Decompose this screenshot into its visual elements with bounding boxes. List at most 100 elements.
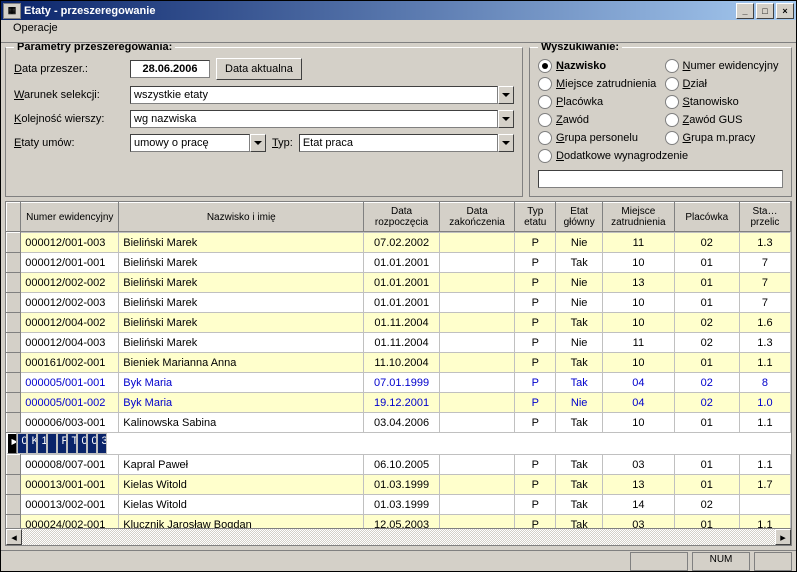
radio-dot-icon <box>538 131 552 145</box>
row-header <box>7 233 21 253</box>
cell: 000024/002-001 <box>21 515 119 529</box>
table-row[interactable]: 000013/002-001Kielas Witold01.03.1999PTa… <box>7 495 791 515</box>
table-row[interactable]: 000005/001-002Byk Maria19.12.2001PNie040… <box>7 393 791 413</box>
cell: Bieliński Marek <box>119 313 364 333</box>
col-header[interactable]: Typ etatu <box>515 203 556 232</box>
col-header[interactable]: Data rozpoczęcia <box>364 203 440 232</box>
radio-zawód[interactable]: Zawód <box>538 112 657 128</box>
cell: 07.01.1999 <box>364 373 440 393</box>
search-input[interactable] <box>538 170 783 188</box>
table-row[interactable]: 000012/004-002Bieliński Marek01.11.2004P… <box>7 313 791 333</box>
cell: 03 <box>603 455 674 475</box>
close-button[interactable]: × <box>776 3 794 19</box>
cell: Klucznik Jarosław Bogdan <box>119 515 364 529</box>
cell: 01.01.2001 <box>364 293 440 313</box>
cell: Tak <box>556 353 603 373</box>
titlebar[interactable]: ▦ Etaty - przeszeregowanie _ □ × <box>1 1 796 20</box>
maximize-button[interactable]: □ <box>756 3 774 19</box>
contract-select[interactable] <box>130 134 250 152</box>
radio-numer-ewidencyjny[interactable]: Numer ewidencyjny <box>665 58 784 74</box>
radio-dot-icon <box>538 149 552 163</box>
cell: 1.1 <box>739 353 790 373</box>
cell: 000005/001-001 <box>21 373 119 393</box>
table-row[interactable]: 000001/002-001Kamińska Ilona10.01.2006PT… <box>7 433 21 454</box>
cell: 000012/001-001 <box>21 253 119 273</box>
radio-nazwisko[interactable]: Nazwisko <box>538 58 657 74</box>
table-row[interactable]: 000012/001-001Bieliński Marek01.01.2001P… <box>7 253 791 273</box>
row-header <box>7 353 21 373</box>
date-input[interactable] <box>130 60 210 78</box>
cell <box>439 253 515 273</box>
cell: 10 <box>603 293 674 313</box>
cell <box>439 495 515 515</box>
chevron-down-icon[interactable] <box>250 134 266 152</box>
cell <box>439 393 515 413</box>
scroll-track[interactable] <box>22 529 775 545</box>
corner-cell <box>7 203 21 232</box>
cell: Kielas Witold <box>119 475 364 495</box>
radio-dot-icon <box>538 95 552 109</box>
radio-placówka[interactable]: Placówka <box>538 94 657 110</box>
cell: 000008/007-001 <box>21 455 119 475</box>
chevron-down-icon[interactable] <box>498 110 514 128</box>
horizontal-scrollbar[interactable]: ◂ ▸ <box>6 528 791 545</box>
cell: 1.1 <box>739 515 790 529</box>
cond-select[interactable] <box>130 86 498 104</box>
cell <box>439 455 515 475</box>
radio-dodatkowe-wynagrodzenie[interactable]: Dodatkowe wynagrodzenie <box>538 148 783 164</box>
params-fieldset: Data przeszer.: Data aktualna Warunek se… <box>5 47 523 197</box>
cell: Bieliński Marek <box>119 333 364 353</box>
scroll-left-icon[interactable]: ◂ <box>6 529 22 545</box>
type-select[interactable] <box>299 134 498 152</box>
cell: 19.12.2001 <box>364 393 440 413</box>
cell: 01.01.2001 <box>364 253 440 273</box>
radio-miejsce-zatrudnienia[interactable]: Miejsce zatrudnienia <box>538 76 657 92</box>
radio-grupa-m.pracy[interactable]: Grupa m.pracy <box>665 130 784 146</box>
data-grid[interactable]: Numer ewidencyjnyNazwisko i imięData roz… <box>5 201 792 546</box>
scroll-right-icon[interactable]: ▸ <box>775 529 791 545</box>
table-row[interactable]: 000005/001-001Byk Maria07.01.1999PTak040… <box>7 373 791 393</box>
radio-zawód-gus[interactable]: Zawód GUS <box>665 112 784 128</box>
col-header[interactable]: Sta… przelic <box>739 203 790 232</box>
status-num: NUM <box>692 552 750 571</box>
table-row[interactable]: 000012/001-003Bieliński Marek07.02.2002P… <box>7 233 791 253</box>
cell: 01 <box>674 293 739 313</box>
col-header[interactable]: Miejsce zatrudnienia <box>603 203 674 232</box>
col-header[interactable]: Etat główny <box>556 203 603 232</box>
cell: 000013/001-001 <box>21 475 119 495</box>
minimize-button[interactable]: _ <box>736 3 754 19</box>
table-row[interactable]: 000024/002-001Klucznik Jarosław Bogdan12… <box>7 515 791 529</box>
chevron-down-icon[interactable] <box>498 86 514 104</box>
table-row[interactable]: 000008/007-001Kapral Paweł06.10.2005PTak… <box>7 455 791 475</box>
table-row[interactable]: 000012/004-003Bieliński Marek01.11.2004P… <box>7 333 791 353</box>
chevron-down-icon[interactable] <box>498 134 514 152</box>
table-row[interactable]: 000013/001-001Kielas Witold01.03.1999PTa… <box>7 475 791 495</box>
cell: 01.03.1999 <box>364 495 440 515</box>
cell <box>439 475 515 495</box>
radio-dział[interactable]: Dział <box>665 76 784 92</box>
table-row[interactable]: 000012/002-003Bieliński Marek01.01.2001P… <box>7 293 791 313</box>
cell: 1.3 <box>739 233 790 253</box>
cell: 10 <box>603 313 674 333</box>
col-header[interactable]: Data zakończenia <box>439 203 515 232</box>
cell: 10.01.2006 <box>37 433 47 454</box>
order-select[interactable] <box>130 110 498 128</box>
table-row[interactable]: 000161/002-001Bieniek Marianna Anna11.10… <box>7 353 791 373</box>
cell: 3.3 <box>97 433 107 454</box>
col-header[interactable]: Numer ewidencyjny <box>21 203 119 232</box>
cell: 06.10.2005 <box>364 455 440 475</box>
menu-operacje[interactable]: Operacje <box>7 20 64 36</box>
row-header <box>7 495 21 515</box>
row-header <box>7 333 21 353</box>
cell: Tak <box>556 413 603 433</box>
table-row[interactable]: 000006/003-001Kalinowska Sabina03.04.200… <box>7 413 791 433</box>
current-date-button[interactable]: Data aktualna <box>216 58 302 80</box>
table-row[interactable]: 000012/002-002Bieliński Marek01.01.2001P… <box>7 273 791 293</box>
row-header <box>7 393 21 413</box>
cell: Tak <box>556 455 603 475</box>
col-header[interactable]: Placówka <box>674 203 739 232</box>
col-header[interactable]: Nazwisko i imię <box>119 203 364 232</box>
radio-stanowisko[interactable]: Stanowisko <box>665 94 784 110</box>
radio-grupa-personelu[interactable]: Grupa personelu <box>538 130 657 146</box>
cell: 000161/002-001 <box>21 353 119 373</box>
